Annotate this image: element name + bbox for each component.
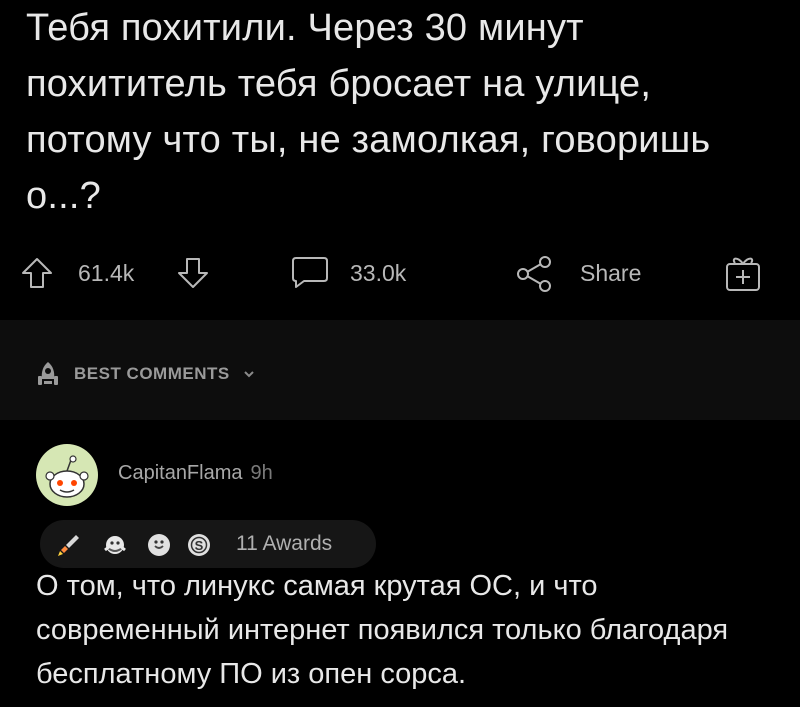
comment-body: О том, что линукс самая крутая ОС, и что… <box>36 570 729 690</box>
comment-button[interactable] <box>290 254 330 290</box>
comment-icon <box>292 257 328 288</box>
share-label[interactable]: Share <box>580 260 641 287</box>
snoo-avatar-icon <box>45 455 89 498</box>
comment-author[interactable]: CapitanFlama 9h <box>118 462 273 485</box>
downvote-icon <box>178 258 208 288</box>
share-button[interactable] <box>515 254 555 294</box>
rocket-icon <box>38 362 58 385</box>
comment: CapitanFlama9h S 11 Awards О том, что л <box>0 420 800 707</box>
upvote-icon <box>22 258 52 288</box>
chevron-down-icon <box>244 371 254 378</box>
post-action-bar: 61.4k 33.0k Share <box>0 238 800 308</box>
sort-label: BEST COMMENTS <box>74 364 230 383</box>
silver-award-icon <box>148 534 170 556</box>
post-title: Тебя похитили. Через 30 минут похититель… <box>26 7 711 217</box>
awards-count: 11 Awards <box>236 532 333 555</box>
award-button[interactable] <box>722 252 764 294</box>
upvote-button[interactable] <box>20 256 54 290</box>
comment-count: 33.0k <box>350 260 407 286</box>
coin-award-icon: S <box>188 534 210 556</box>
share-icon <box>517 256 551 292</box>
avatar[interactable] <box>36 444 98 506</box>
comments-sort-bar: BEST COMMENTS <box>0 320 800 420</box>
vote-count: 61.4k <box>78 260 135 286</box>
rocket-award-icon <box>58 535 79 556</box>
awards-pill[interactable]: S 11 Awards <box>40 520 376 568</box>
downvote-button[interactable] <box>176 256 210 290</box>
hugz-award-icon <box>104 536 126 554</box>
comment-time: 9h <box>250 462 273 484</box>
svg-text:S: S <box>195 538 204 553</box>
sort-dropdown[interactable]: BEST COMMENTS <box>34 360 256 388</box>
award-icon <box>726 257 760 291</box>
author-name[interactable]: CapitanFlama <box>118 462 243 484</box>
